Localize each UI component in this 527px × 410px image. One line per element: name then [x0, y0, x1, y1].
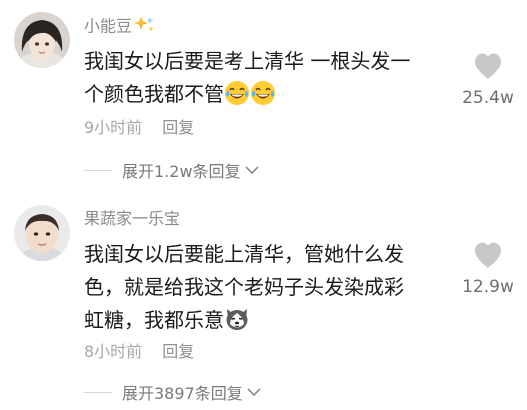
username[interactable]: 果蔬家一乐宝 — [84, 208, 180, 230]
like-area: 25.4w — [455, 52, 521, 108]
expand-replies-button[interactable]: 展开3897条回复 — [84, 380, 261, 404]
heart-icon[interactable] — [473, 52, 503, 80]
expand-replies-label[interactable]: 展开3897条回复 — [122, 380, 243, 404]
comment-line: 色，就是给我这个老妈子头发染成彩 — [84, 275, 404, 299]
username-text[interactable]: 果蔬家一乐宝 — [84, 209, 180, 228]
username-text[interactable]: 小能豆 — [84, 17, 132, 36]
comment-line: 个颜色我都不管 — [84, 78, 454, 111]
avatar[interactable] — [14, 12, 70, 68]
comment-meta: 8小时前 回复 — [84, 341, 194, 363]
laughing-tears-emoji-icon — [224, 80, 250, 106]
husky-dog-emoji-icon — [224, 306, 250, 332]
comment-text: 我闺女以后要是考上清华 一根头发一 个颜色我都不管 — [84, 45, 454, 111]
heart-icon[interactable] — [473, 241, 503, 269]
reply-button[interactable]: 回复 — [162, 342, 194, 361]
comment-meta: 9小时前 回复 — [84, 117, 194, 139]
comment-line: 虹糖，我都乐意 — [84, 304, 454, 337]
username[interactable]: 小能豆 — [84, 15, 156, 39]
reply-button[interactable]: 回复 — [162, 118, 194, 137]
chevron-down-icon — [247, 388, 261, 397]
like-count: 12.9w — [462, 277, 514, 297]
chevron-down-icon — [244, 166, 259, 175]
like-count: 25.4w — [462, 88, 514, 108]
divider — [84, 169, 112, 171]
comment-list: 小能豆 我闺女以后要是考上清华 一根头发一 个颜色我都不管 9小时前 回复 25… — [0, 0, 527, 410]
timestamp: 9小时前 — [84, 118, 143, 137]
sparkle-badge-icon — [134, 15, 156, 39]
avatar[interactable] — [14, 205, 70, 261]
comment-text: 我闺女以后要能上清华，管她什么发 色，就是给我这个老妈子头发染成彩 虹糖，我都乐… — [84, 238, 454, 337]
expand-replies-label[interactable]: 展开1.2w条回复 — [122, 158, 241, 182]
timestamp: 8小时前 — [84, 342, 143, 361]
laughing-tears-emoji-icon — [250, 80, 276, 106]
comment-line: 我闺女以后要能上清华，管她什么发 — [84, 242, 404, 266]
like-area: 12.9w — [455, 241, 521, 297]
divider — [84, 391, 112, 393]
comment-line: 我闺女以后要是考上清华 一根头发一 — [84, 49, 411, 73]
expand-replies-button[interactable]: 展开1.2w条回复 — [84, 158, 259, 182]
